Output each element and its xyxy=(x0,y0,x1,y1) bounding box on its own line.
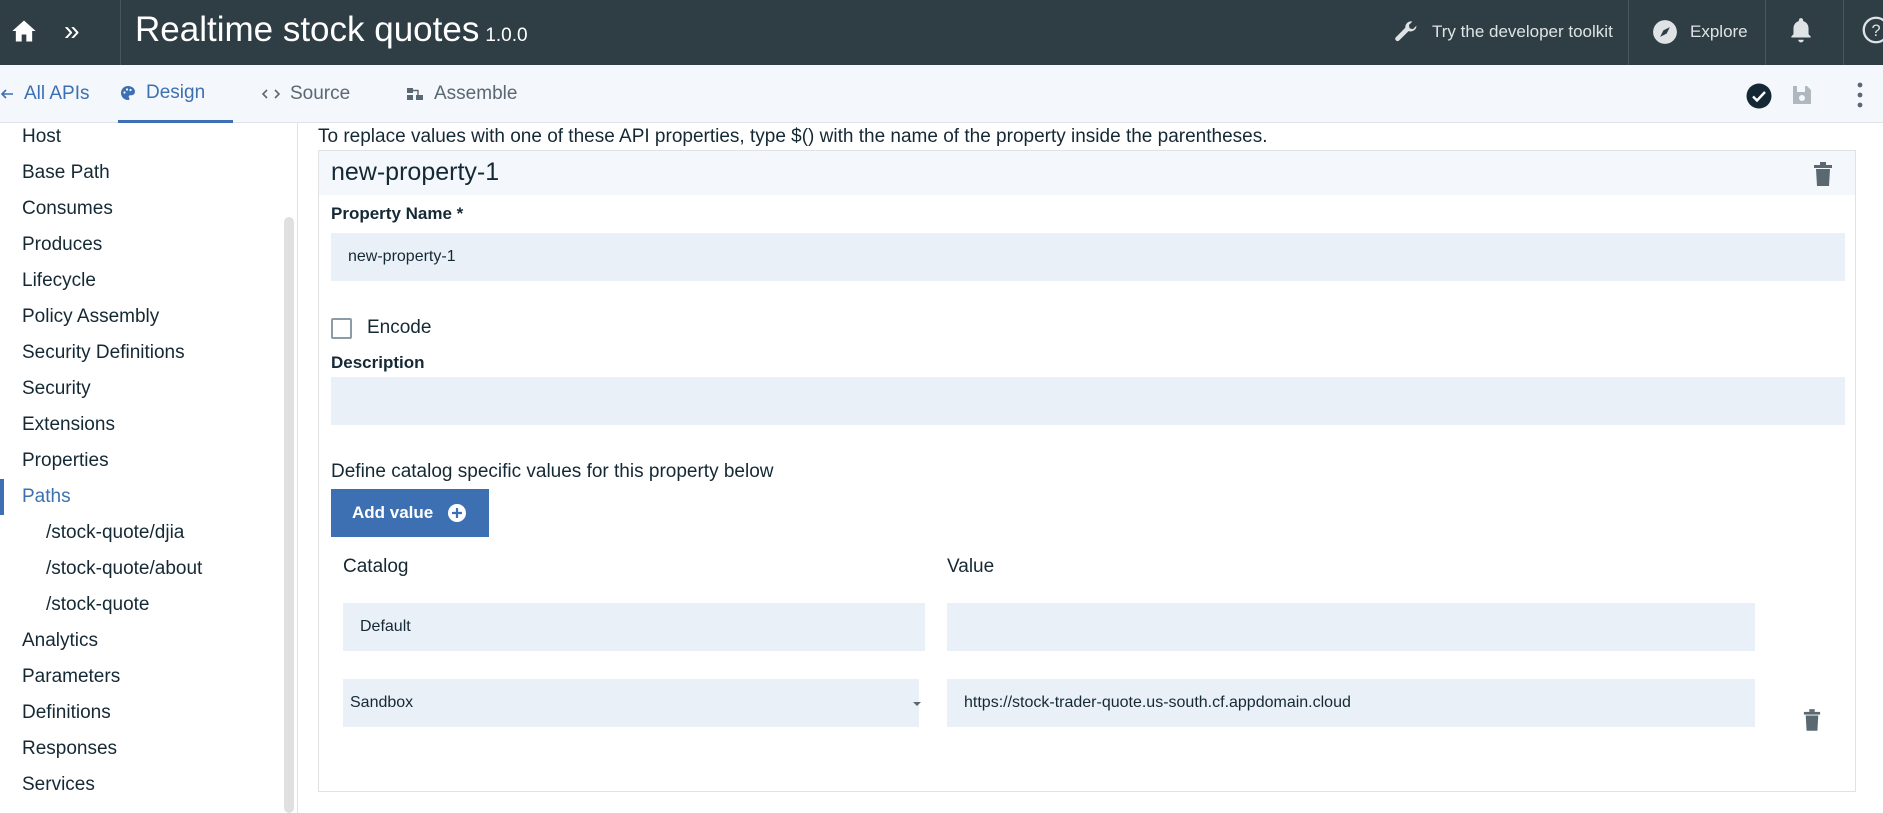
palette-icon xyxy=(120,85,136,101)
svg-text:?: ? xyxy=(1871,22,1880,40)
sidebar-item-security[interactable]: Security xyxy=(22,371,91,407)
delete-property-icon[interactable] xyxy=(1813,162,1833,191)
sidebar-item-properties[interactable]: Properties xyxy=(22,443,109,479)
property-name-label: Property Name * xyxy=(331,204,464,223)
tab-assemble[interactable]: Assemble xyxy=(406,65,517,123)
sidebar-scrollbar[interactable] xyxy=(284,217,294,813)
active-indicator xyxy=(0,479,4,515)
tab-source-label: Source xyxy=(290,83,351,104)
sidebar-item-path-about[interactable]: /stock-quote/about xyxy=(46,551,202,587)
sidebar-item-policy-assembly[interactable]: Policy Assembly xyxy=(22,299,159,335)
catalog-select-sandbox[interactable]: Sandbox xyxy=(343,679,919,727)
properties-hint: To replace values with one of these API … xyxy=(318,126,1268,147)
back-to-all-apis[interactable]: All APIs xyxy=(0,65,89,123)
back-label: All APIs xyxy=(24,83,90,104)
validate-check-icon[interactable] xyxy=(1746,83,1772,114)
sidebar-item-responses[interactable]: Responses xyxy=(22,731,117,767)
save-icon[interactable] xyxy=(1790,83,1814,112)
explore-label: Explore xyxy=(1690,22,1748,41)
api-version: 1.0.0 xyxy=(485,25,528,46)
sidebar-item-services[interactable]: Services xyxy=(22,767,95,803)
sidebar-item-lifecycle[interactable]: Lifecycle xyxy=(22,263,96,299)
property-card-header: new-property-1 xyxy=(319,151,1855,195)
sidebar-item-path-stock-quote[interactable]: /stock-quote xyxy=(46,587,150,623)
add-value-button[interactable]: Add value xyxy=(331,489,489,537)
api-title: Realtime stock quotes 1.0.0 xyxy=(135,10,528,50)
sidebar-item-extensions[interactable]: Extensions xyxy=(22,407,115,443)
wrench-icon xyxy=(1395,21,1417,42)
more-options-icon[interactable] xyxy=(1856,81,1864,114)
code-icon xyxy=(262,87,280,101)
description-label: Description xyxy=(331,353,425,372)
divider xyxy=(120,0,121,65)
value-field-sandbox[interactable]: https://stock-trader-quote.us-south.cf.a… xyxy=(947,679,1755,727)
expand-nav-icon[interactable]: » xyxy=(64,17,92,46)
add-value-label: Add value xyxy=(352,503,434,522)
sidebar-item-produces[interactable]: Produces xyxy=(22,227,102,263)
catalog-field-default[interactable]: Default xyxy=(343,603,925,651)
api-title-text: Realtime stock quotes xyxy=(135,10,480,49)
value-column-header: Value xyxy=(947,556,995,577)
sidebar-item-paths[interactable]: Paths xyxy=(22,479,71,515)
toolkit-label: Try the developer toolkit xyxy=(1432,22,1613,41)
sidebar-item-parameters[interactable]: Parameters xyxy=(22,659,120,695)
tab-bar: All APIs Design Source Assemble xyxy=(0,65,1883,123)
chevron-down-icon[interactable] xyxy=(913,702,921,706)
sidebar-item-analytics[interactable]: Analytics xyxy=(22,623,98,659)
notifications-bell-icon[interactable] xyxy=(1788,16,1814,49)
divider xyxy=(1628,0,1629,65)
tab-assemble-label: Assemble xyxy=(434,83,518,104)
sidebar-nav: Host Base Path Consumes Produces Lifecyc… xyxy=(0,123,298,813)
delete-row-icon[interactable] xyxy=(1803,709,1821,736)
property-name-input[interactable]: new-property-1 xyxy=(331,233,1845,281)
divider xyxy=(1765,0,1766,65)
assemble-icon xyxy=(406,87,424,101)
arrow-left-icon xyxy=(0,87,14,101)
tab-design[interactable]: Design xyxy=(118,65,233,123)
sidebar-item-security-definitions[interactable]: Security Definitions xyxy=(22,335,185,371)
encode-checkbox[interactable] xyxy=(331,318,352,339)
tab-design-label: Design xyxy=(146,81,206,103)
property-card: new-property-1 Property Name * new-prope… xyxy=(318,150,1856,792)
tab-source[interactable]: Source xyxy=(262,65,350,123)
catalog-column-header: Catalog xyxy=(343,556,409,577)
help-icon[interactable]: ? xyxy=(1862,16,1883,49)
sidebar-item-path-djia[interactable]: /stock-quote/djia xyxy=(46,515,184,551)
main-content: To replace values with one of these API … xyxy=(298,123,1883,813)
home-icon[interactable] xyxy=(10,17,38,45)
description-input[interactable] xyxy=(331,377,1845,425)
compass-icon xyxy=(1653,20,1677,44)
top-bar: » Realtime stock quotes 1.0.0 Try the dev… xyxy=(0,0,1883,65)
sidebar-item-host[interactable]: Host xyxy=(22,123,61,155)
sidebar-item-base-path[interactable]: Base Path xyxy=(22,155,110,191)
property-title: new-property-1 xyxy=(331,158,500,186)
divider xyxy=(1843,0,1844,65)
add-circle-icon xyxy=(448,504,467,522)
sidebar-item-definitions[interactable]: Definitions xyxy=(22,695,111,731)
developer-toolkit-link[interactable]: Try the developer toolkit xyxy=(1392,14,1613,50)
encode-label: Encode xyxy=(367,317,432,338)
define-catalog-text: Define catalog specific values for this … xyxy=(331,461,774,482)
value-field-default[interactable] xyxy=(947,603,1755,651)
explore-link[interactable]: Explore xyxy=(1652,14,1748,50)
sidebar-item-consumes[interactable]: Consumes xyxy=(22,191,113,227)
